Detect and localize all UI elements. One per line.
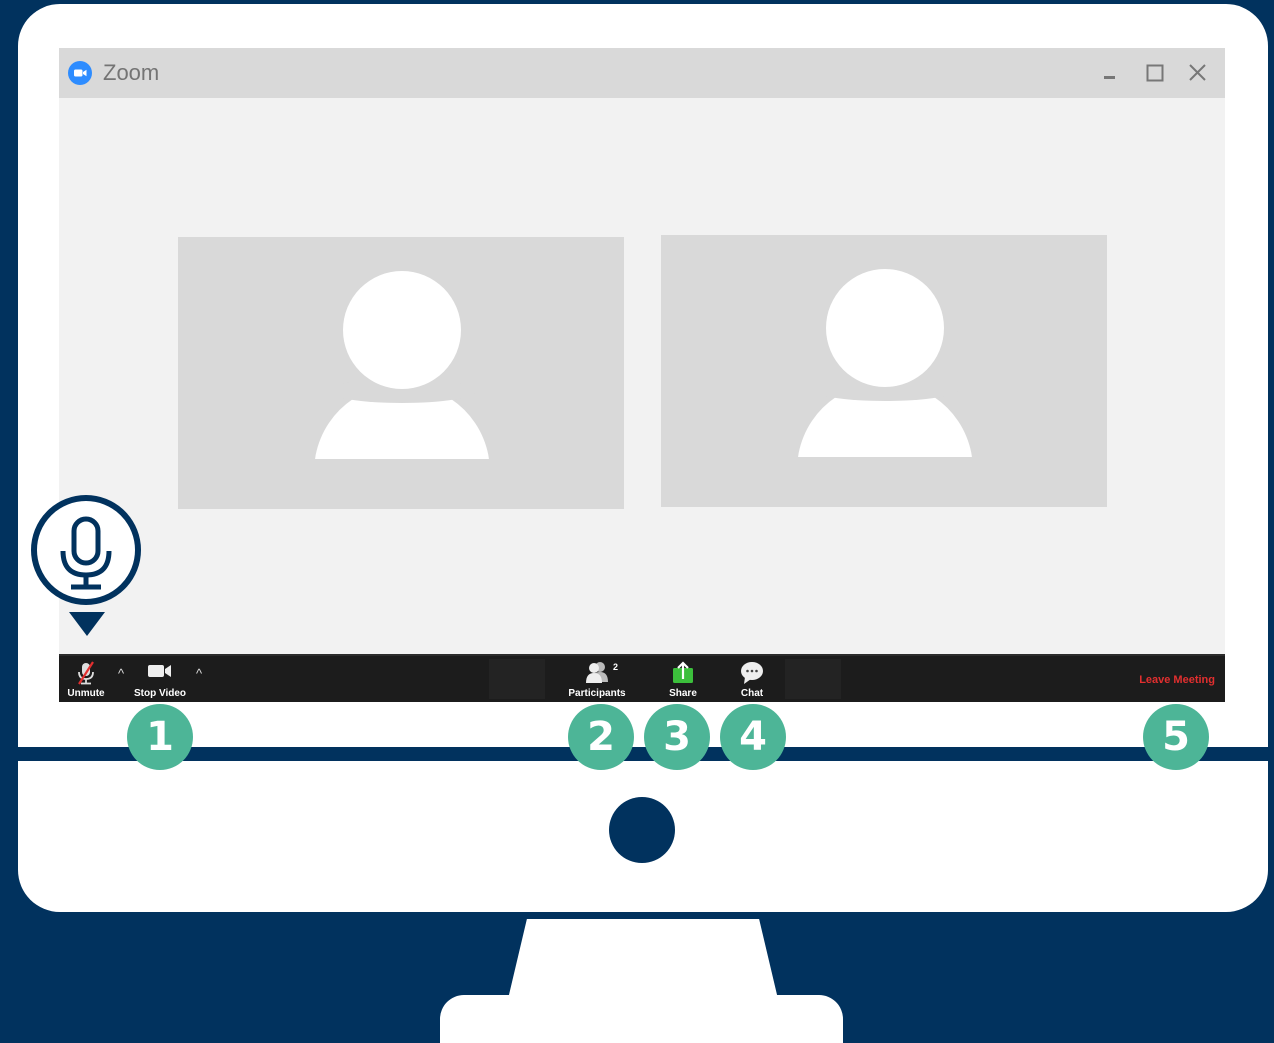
maximize-icon[interactable] <box>1142 60 1168 86</box>
zoom-window: Zoom Unmute ^ Stop Video ^ 2 Participant… <box>59 48 1225 702</box>
step-badge-1: 1 <box>127 704 193 770</box>
participants-icon <box>583 660 611 689</box>
monitor-bezel-line <box>18 747 1268 761</box>
participants-button[interactable]: 2 Participants <box>565 656 629 702</box>
unmute-button[interactable]: Unmute <box>63 656 109 702</box>
share-screen-icon <box>671 660 695 691</box>
participants-label: Participants <box>568 688 626 699</box>
participant-video-tile[interactable] <box>178 237 624 509</box>
callout-arrow-icon <box>69 612 105 636</box>
chat-bubble-icon <box>739 660 765 691</box>
chat-button[interactable]: Chat <box>729 656 775 702</box>
share-label: Share <box>669 688 697 699</box>
microphone-icon <box>57 513 115 598</box>
monitor-stand-base <box>440 995 843 1043</box>
stop-video-button[interactable]: Stop Video <box>131 656 189 702</box>
chat-label: Chat <box>740 688 764 699</box>
minimize-icon[interactable] <box>1097 60 1123 86</box>
close-icon[interactable] <box>1185 60 1211 86</box>
muted-microphone-icon <box>75 660 97 691</box>
leave-meeting-button[interactable]: Leave Meeting <box>1139 674 1215 686</box>
stop-video-label: Stop Video <box>133 688 187 699</box>
app-title: Zoom <box>103 60 160 85</box>
participant-video-tile[interactable] <box>661 235 1107 507</box>
microphone-callout <box>31 495 141 605</box>
video-options-caret-icon[interactable]: ^ <box>193 666 205 681</box>
step-badge-5: 5 <box>1143 704 1209 770</box>
monitor-logo-dot <box>609 797 675 863</box>
video-camera-icon <box>146 660 174 687</box>
user-avatar-head <box>826 269 944 387</box>
participants-count: 2 <box>613 662 619 672</box>
step-badge-2: 2 <box>568 704 634 770</box>
audio-options-caret-icon[interactable]: ^ <box>115 666 127 681</box>
unmute-label: Unmute <box>67 688 105 699</box>
zoom-logo-icon <box>68 61 92 85</box>
step-badge-4: 4 <box>720 704 786 770</box>
user-avatar-head <box>343 271 461 389</box>
step-badge-3: 3 <box>644 704 710 770</box>
meeting-toolbar: Unmute ^ Stop Video ^ 2 Participants Sha… <box>59 654 1225 702</box>
share-button[interactable]: Share <box>659 656 707 702</box>
title-bar: Zoom <box>59 48 1225 98</box>
monitor-stand-neck <box>508 919 778 999</box>
